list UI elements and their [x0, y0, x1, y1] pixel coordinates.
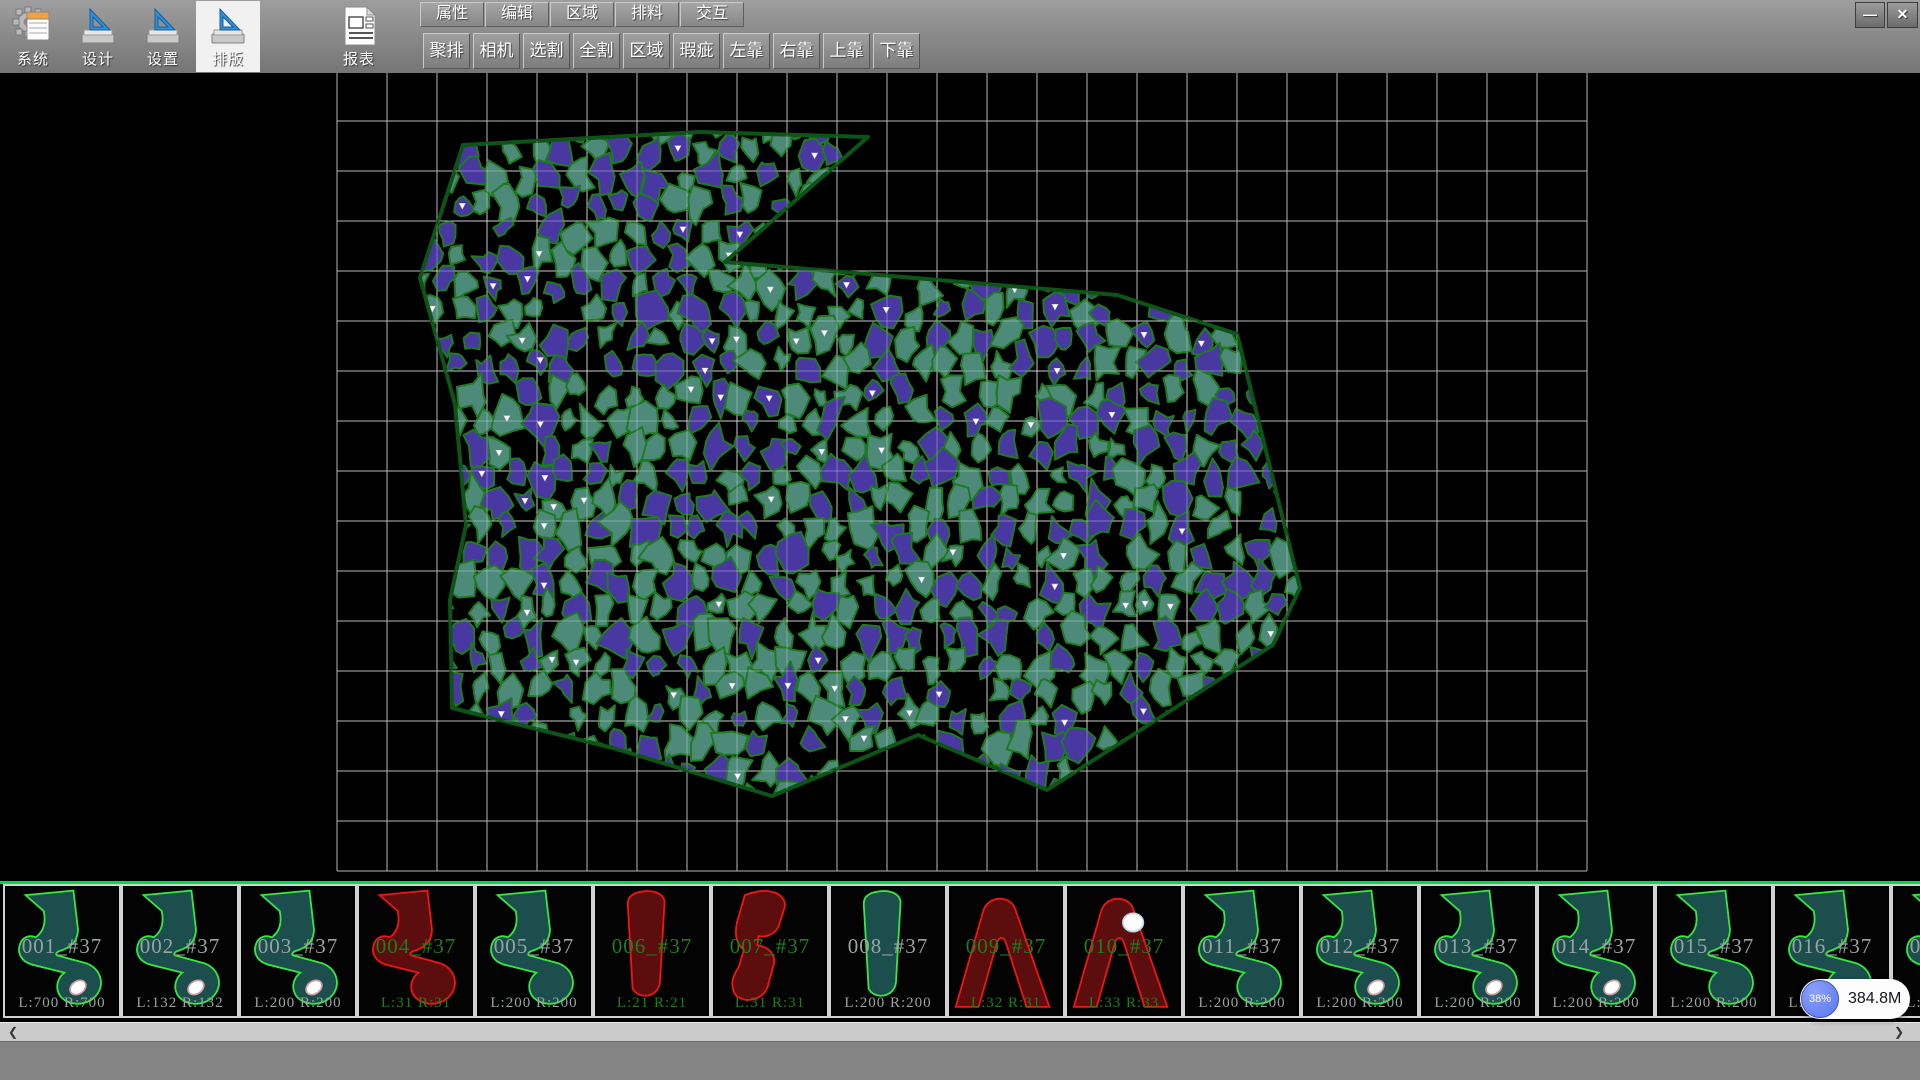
menu-tab-2[interactable]: 编辑	[485, 2, 549, 27]
part-lr-count: L:200 R:200	[1303, 995, 1417, 1012]
tool-button-2[interactable]: 相机	[473, 33, 520, 69]
scroll-right-arrow-icon[interactable]: ❯	[1888, 1023, 1910, 1041]
menu-tab-5[interactable]: 交互	[680, 2, 744, 27]
memory-badge[interactable]: 38% 384.8M	[1800, 979, 1910, 1019]
nav-button-label: 设计	[66, 48, 130, 69]
progress-circle: 38%	[1801, 980, 1839, 1018]
settings-icon	[141, 4, 185, 48]
scroll-left-arrow-icon[interactable]: ❮	[2, 1023, 24, 1041]
part-id-label: 012_#37	[1303, 934, 1417, 959]
tool-button-4[interactable]: 全割	[573, 33, 620, 69]
tool-button-7[interactable]: 左靠	[723, 33, 770, 69]
nav-button-1[interactable]: 系统	[1, 1, 65, 72]
tool-button-1[interactable]: 聚排	[423, 33, 470, 69]
part-lr-count: L:200 R:200	[1539, 995, 1653, 1012]
tool-button-bar: 聚排相机选割全割区域瑕疵左靠右靠上靠下靠	[423, 33, 923, 69]
part-thumbnail[interactable]: 012_#37 L:200 R:200	[1301, 884, 1419, 1018]
part-thumbnail[interactable]: 014_#37 L:200 R:200	[1537, 884, 1655, 1018]
toolbar: 系统设计设置排版报表 属性编辑区域排料交互 聚排相机选割全割区域瑕疵左靠右靠上靠…	[0, 0, 1920, 73]
menu-tab-4[interactable]: 排料	[615, 2, 679, 27]
part-id-label: 016_#37	[1775, 934, 1889, 959]
part-thumbnail[interactable]: 013_#37 L:200 R:200	[1419, 884, 1537, 1018]
horizontal-scrollbar[interactable]: ❮ ❯	[0, 1022, 1920, 1041]
report-icon	[337, 4, 381, 48]
part-id-label: 017_#37	[1893, 934, 1920, 959]
part-thumbnail[interactable]: 010_#37 L:33 R:33	[1065, 884, 1183, 1018]
part-lr-count: L:200 R:200	[831, 995, 945, 1012]
part-lr-count: L:33 R:33	[1067, 995, 1181, 1012]
part-thumbnail[interactable]: 009_#37 L:32 R:31	[947, 884, 1065, 1018]
part-thumbnail[interactable]: 003_#37 L:200 R:200	[239, 884, 357, 1018]
part-id-label: 014_#37	[1539, 934, 1653, 959]
nav-button-label: 排版	[196, 48, 260, 69]
nav-button-label: 报表	[327, 48, 391, 69]
part-id-label: 003_#37	[241, 934, 355, 959]
part-lr-count: L:21 R:21	[595, 995, 709, 1012]
menu-tab-bar: 属性编辑区域排料交互	[420, 2, 745, 27]
nav-button-label: 设置	[131, 48, 195, 69]
part-thumbnail[interactable]: 005_#37 L:200 R:200	[475, 884, 593, 1018]
part-thumbnail[interactable]: 006_#37 L:21 R:21	[593, 884, 711, 1018]
part-lr-count: L:31 R:31	[713, 995, 827, 1012]
tool-button-10[interactable]: 下靠	[873, 33, 920, 69]
part-thumbnail[interactable]: 011_#37 L:200 R:200	[1183, 884, 1301, 1018]
part-id-label: 013_#37	[1421, 934, 1535, 959]
part-thumbnail[interactable]: 002_#37 L:132 R:132	[121, 884, 239, 1018]
parts-strip: 001_#37L:700 R:700002_#37L:132 R:132003_…	[0, 881, 1920, 1022]
part-lr-count: L:31 R:31	[359, 995, 473, 1012]
part-id-label: 004_#37	[359, 934, 473, 959]
part-lr-count: L:200 R:200	[1657, 995, 1771, 1012]
nav-button-4[interactable]: 排版	[196, 1, 260, 72]
nav-button-3[interactable]: 设置	[131, 1, 195, 72]
memory-value: 384.8M	[1848, 979, 1901, 1019]
part-thumbnail[interactable]: 001_#37 L:700 R:700	[3, 884, 121, 1018]
part-lr-count: L:200 R:200	[477, 995, 591, 1012]
hide-nesting-view	[0, 73, 1920, 881]
part-id-label: 001_#37	[5, 934, 119, 959]
tool-button-9[interactable]: 上靠	[823, 33, 870, 69]
part-lr-count: L:200 R:200	[1421, 995, 1535, 1012]
part-id-label: 006_#37	[595, 934, 709, 959]
part-thumbnail[interactable]: 007_#37 L:31 R:31	[711, 884, 829, 1018]
layout-icon	[206, 4, 250, 48]
part-id-label: 009_#37	[949, 934, 1063, 959]
tool-button-3[interactable]: 选割	[523, 33, 570, 69]
menu-tab-3[interactable]: 区域	[550, 2, 614, 27]
part-id-label: 007_#37	[713, 934, 827, 959]
part-id-label: 011_#37	[1185, 934, 1299, 959]
status-bar	[0, 1041, 1920, 1080]
part-id-label: 015_#37	[1657, 934, 1771, 959]
system-icon	[11, 4, 55, 48]
part-lr-count: L:200 R:200	[241, 995, 355, 1012]
menu-tab-1[interactable]: 属性	[420, 2, 484, 27]
nav-button-label: 系统	[1, 48, 65, 69]
part-lr-count: L:32 R:31	[949, 995, 1063, 1012]
part-id-label: 002_#37	[123, 934, 237, 959]
part-id-label: 008_#37	[831, 934, 945, 959]
application-window: 系统设计设置排版报表 属性编辑区域排料交互 聚排相机选割全割区域瑕疵左靠右靠上靠…	[0, 0, 1920, 1080]
nesting-canvas[interactable]	[0, 73, 1920, 881]
close-button[interactable]: ✕	[1887, 2, 1918, 28]
part-thumbnail[interactable]: 004_#37 L:31 R:31	[357, 884, 475, 1018]
part-lr-count: L:700 R:700	[5, 995, 119, 1012]
tool-button-5[interactable]: 区域	[623, 33, 670, 69]
design-icon	[76, 4, 120, 48]
tool-button-8[interactable]: 右靠	[773, 33, 820, 69]
tool-button-6[interactable]: 瑕疵	[673, 33, 720, 69]
nav-button-2[interactable]: 设计	[66, 1, 130, 72]
part-thumbnail[interactable]: 015_#37 L:200 R:200	[1655, 884, 1773, 1018]
part-id-label: 010_#37	[1067, 934, 1181, 959]
part-lr-count: L:132 R:132	[123, 995, 237, 1012]
part-thumbnail[interactable]: 008_#37 L:200 R:200	[829, 884, 947, 1018]
part-lr-count: L:200 R:200	[1185, 995, 1299, 1012]
part-id-label: 005_#37	[477, 934, 591, 959]
nav-button-5[interactable]: 报表	[327, 1, 391, 72]
minimize-button[interactable]: —	[1855, 2, 1885, 28]
